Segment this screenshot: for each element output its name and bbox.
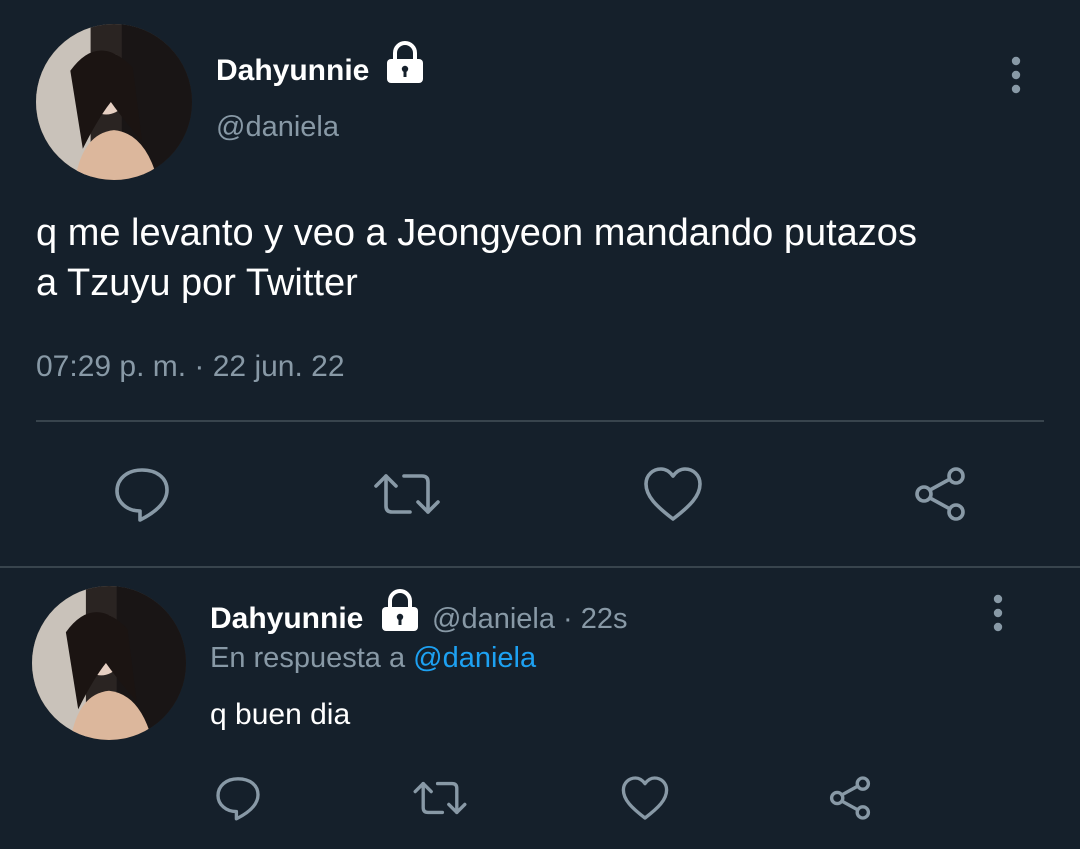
replying-prefix: En respuesta a bbox=[210, 642, 406, 674]
lock-icon bbox=[378, 589, 422, 633]
reply-icon[interactable] bbox=[214, 774, 262, 822]
tweet-text: q buen dia bbox=[210, 698, 351, 731]
like-icon[interactable] bbox=[642, 464, 704, 524]
more-vertical-icon[interactable] bbox=[1004, 56, 1028, 94]
reply-icon[interactable] bbox=[112, 464, 172, 524]
handle-time[interactable]: @daniela · 22s bbox=[432, 602, 628, 636]
tweet-text-line: a Tzuyu por Twitter bbox=[36, 262, 358, 304]
retweet-icon[interactable] bbox=[412, 774, 468, 822]
retweet-icon[interactable] bbox=[372, 464, 442, 524]
like-icon[interactable] bbox=[620, 774, 670, 822]
avatar[interactable] bbox=[32, 586, 186, 740]
share-icon[interactable] bbox=[910, 464, 970, 524]
more-vertical-icon[interactable] bbox=[986, 594, 1010, 632]
lock-icon bbox=[383, 41, 427, 85]
avatar[interactable] bbox=[36, 24, 192, 180]
timestamp[interactable]: 07:29 p. m. · 22 jun. 22 bbox=[36, 350, 345, 384]
tweet-text: q me levanto y veo a Jeongyeon mandando … bbox=[36, 208, 917, 308]
display-name[interactable]: Dahyunnie bbox=[216, 54, 369, 88]
share-icon[interactable] bbox=[826, 774, 874, 822]
display-name[interactable]: Dahyunnie bbox=[210, 602, 363, 636]
replying-handle-link[interactable]: @daniela bbox=[413, 642, 536, 674]
divider bbox=[36, 420, 1044, 422]
handle[interactable]: @daniela bbox=[216, 110, 339, 144]
divider bbox=[0, 566, 1080, 568]
tweet-text-line: q me levanto y veo a Jeongyeon mandando … bbox=[36, 212, 917, 254]
replying-to: En respuesta a @daniela bbox=[210, 641, 536, 675]
